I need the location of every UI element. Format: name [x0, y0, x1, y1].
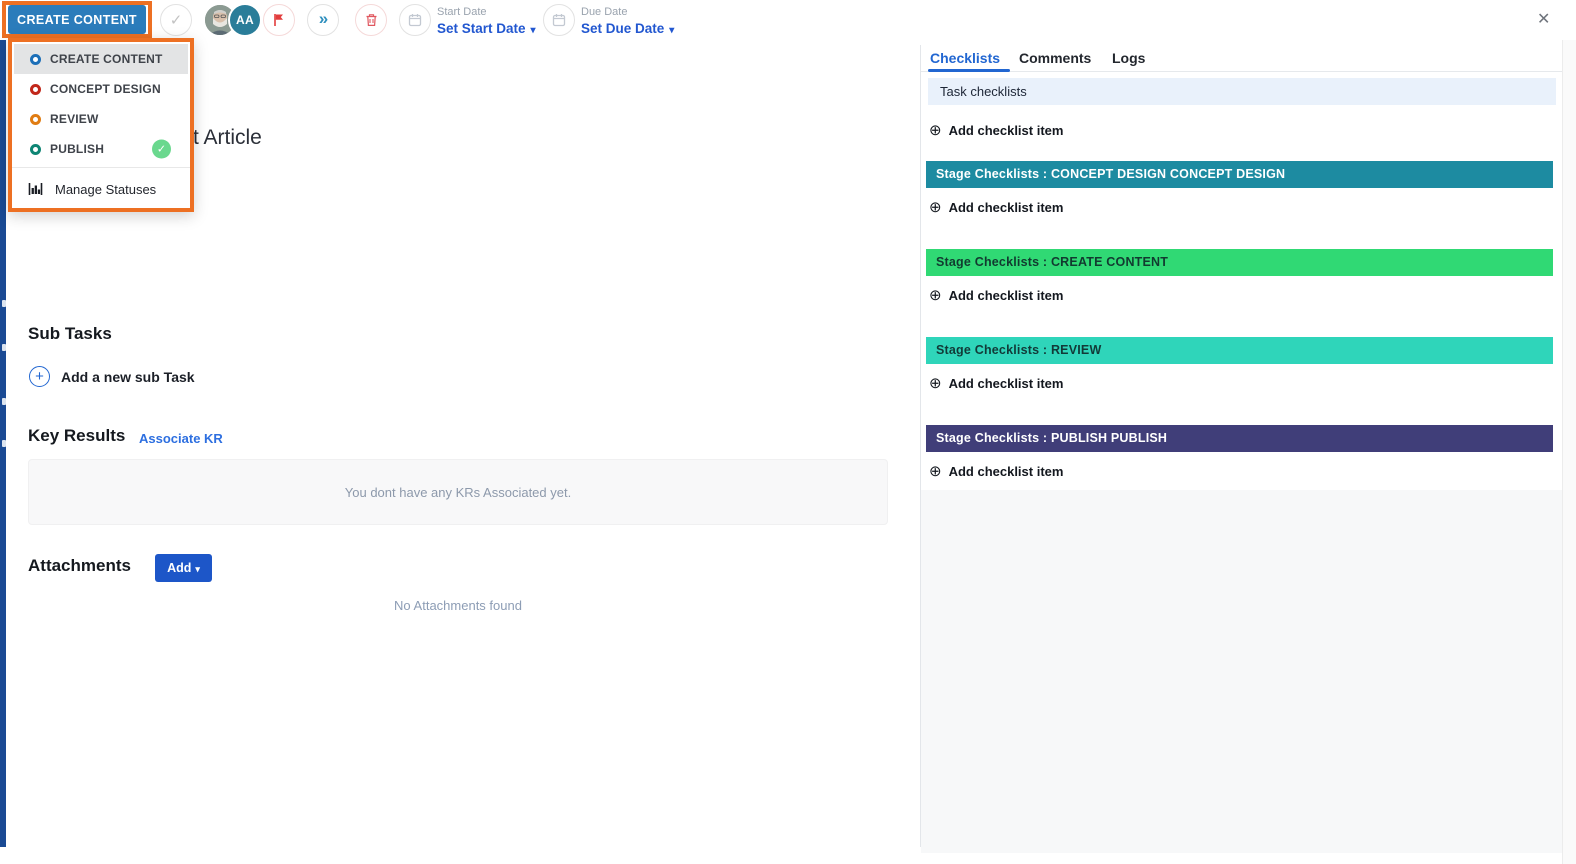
status-option-publish[interactable]: PUBLISH ✓	[14, 134, 188, 164]
clipped-sidebar-strip	[0, 0, 6, 847]
key-results-heading: Key Results	[28, 426, 126, 445]
manage-statuses-item[interactable]: Manage Statuses	[12, 174, 190, 204]
panel-divider	[920, 45, 921, 847]
sidebar-clipped-text-fragment	[2, 344, 6, 351]
status-dot-icon	[30, 143, 41, 155]
task-detail-modal: CREATE CONTENT ✓ AA » Start Date Set Sta…	[0, 0, 1576, 864]
close-modal-button[interactable]: ✕	[1537, 9, 1550, 29]
annotation-highlight-status-dropdown: CREATE CONTENT CONCEPT DESIGN REVIEW PUB…	[8, 38, 194, 212]
sidebar-clipped-text-fragment	[2, 398, 6, 405]
attachments-heading: Attachments	[28, 556, 131, 575]
status-option-label: REVIEW	[50, 112, 99, 126]
add-checklist-item-label: Add checklist item	[948, 200, 1064, 215]
key-results-empty-box: You dont have any KRs Associated yet.	[28, 459, 888, 525]
key-results-empty-text: You dont have any KRs Associated yet.	[344, 484, 572, 500]
stage-checklist-header-concept-design: Stage Checklists : CONCEPT DESIGN CONCEP…	[926, 161, 1553, 188]
add-checklist-item-label: Add checklist item	[948, 123, 1064, 138]
flag-priority-button[interactable]	[263, 4, 295, 36]
status-option-concept-design[interactable]: CONCEPT DESIGN	[14, 74, 188, 104]
double-chevron-icon: »	[318, 9, 329, 28]
status-button[interactable]: CREATE CONTENT	[8, 5, 146, 34]
dropdown-divider	[12, 167, 190, 168]
task-checklists-header: Task checklists	[928, 78, 1556, 105]
status-option-review[interactable]: REVIEW	[14, 104, 188, 134]
circle-plus-icon: ⊕	[929, 199, 942, 216]
status-option-label: PUBLISH	[50, 142, 105, 156]
circle-plus-icon: ⊕	[929, 122, 942, 139]
add-checklist-item-label: Add checklist item	[948, 376, 1064, 391]
circle-plus-icon: ⊕	[929, 287, 942, 304]
tab-logs[interactable]: Logs	[1112, 50, 1145, 66]
add-checklist-item-label: Add checklist item	[948, 464, 1064, 479]
delete-task-button[interactable]	[355, 4, 387, 36]
status-option-label: CREATE CONTENT	[50, 52, 163, 66]
calendar-icon	[552, 14, 566, 27]
bar-chart-icon	[28, 182, 43, 196]
associate-kr-link[interactable]: Associate KR	[139, 431, 223, 446]
task-title-fragment[interactable]: t Article	[193, 126, 262, 150]
add-checklist-item-button[interactable]: ⊕ Add checklist item	[929, 288, 1063, 303]
tab-checklists[interactable]: Checklists	[930, 50, 1000, 66]
add-attachment-label: Add	[167, 561, 192, 575]
set-due-date-link[interactable]: Set Due Date ▾	[581, 21, 674, 36]
stage-checklist-header-review: Stage Checklists : REVIEW	[926, 337, 1553, 364]
trash-icon	[366, 14, 376, 26]
status-dot-icon	[30, 113, 41, 125]
status-dot-icon	[30, 83, 41, 95]
plus-icon: +	[35, 368, 44, 385]
tab-row-border	[921, 71, 1562, 72]
add-checklist-item-button[interactable]: ⊕ Add checklist item	[929, 464, 1063, 479]
status-dropdown-menu: CREATE CONTENT CONCEPT DESIGN REVIEW PUB…	[12, 42, 190, 208]
add-checklist-item-button[interactable]: ⊕ Add checklist item	[929, 200, 1063, 215]
check-icon: ✓	[169, 12, 183, 29]
calendar-icon	[408, 14, 422, 27]
set-start-date-link[interactable]: Set Start Date ▾	[437, 21, 536, 36]
manage-statuses-label: Manage Statuses	[55, 181, 157, 197]
add-checklist-item-button[interactable]: ⊕ Add checklist item	[929, 123, 1063, 138]
due-date-label: Due Date	[581, 6, 628, 18]
set-due-date-text: Set Due Date	[581, 21, 665, 36]
check-icon: ✓	[156, 143, 167, 156]
start-date-label: Start Date	[437, 6, 487, 18]
caret-down-icon: ▾	[669, 25, 675, 36]
stage-checklist-header-publish: Stage Checklists : PUBLISH PUBLISH	[926, 425, 1553, 452]
tab-comments[interactable]: Comments	[1019, 50, 1091, 66]
add-subtask-button[interactable]: + Add a new sub Task	[29, 366, 195, 387]
move-forward-button[interactable]: »	[307, 4, 339, 36]
start-date-calendar-button[interactable]	[399, 4, 431, 36]
caret-down-icon: ▾	[195, 564, 200, 574]
status-option-label: CONCEPT DESIGN	[50, 82, 161, 96]
sidebar-clipped-text-fragment	[2, 440, 6, 447]
status-dot-icon	[30, 53, 41, 65]
checked-status-icon: ✓	[152, 139, 171, 159]
circle-plus-icon: ⊕	[929, 375, 942, 392]
stage-checklist-header-create-content: Stage Checklists : CREATE CONTENT	[926, 249, 1553, 276]
task-toolbar: CREATE CONTENT ✓ AA » Start Date Set Sta…	[0, 0, 1576, 40]
add-subtask-label: Add a new sub Task	[61, 368, 195, 385]
due-date-calendar-button[interactable]	[543, 4, 575, 36]
sidebar-clipped-text-fragment	[2, 300, 6, 307]
subtasks-heading: Sub Tasks	[28, 324, 112, 343]
caret-down-icon: ▾	[530, 25, 536, 36]
active-tab-underline	[928, 69, 1010, 72]
assignee-avatar[interactable]: AA	[228, 3, 262, 37]
add-attachment-button[interactable]: Add ▾	[155, 554, 212, 582]
panel-background	[921, 490, 1562, 853]
flag-icon	[274, 14, 283, 26]
add-checklist-item-label: Add checklist item	[948, 288, 1064, 303]
complete-task-button[interactable]: ✓	[160, 4, 192, 36]
attachments-empty-text: No Attachments found	[394, 598, 522, 613]
add-checklist-item-button[interactable]: ⊕ Add checklist item	[929, 376, 1063, 391]
circle-plus-icon: ⊕	[929, 463, 942, 480]
circle-plus-icon: +	[29, 366, 50, 387]
scrollbar-gutter[interactable]	[1562, 0, 1576, 864]
set-start-date-text: Set Start Date	[437, 21, 526, 36]
status-option-create-content[interactable]: CREATE CONTENT	[14, 44, 188, 74]
